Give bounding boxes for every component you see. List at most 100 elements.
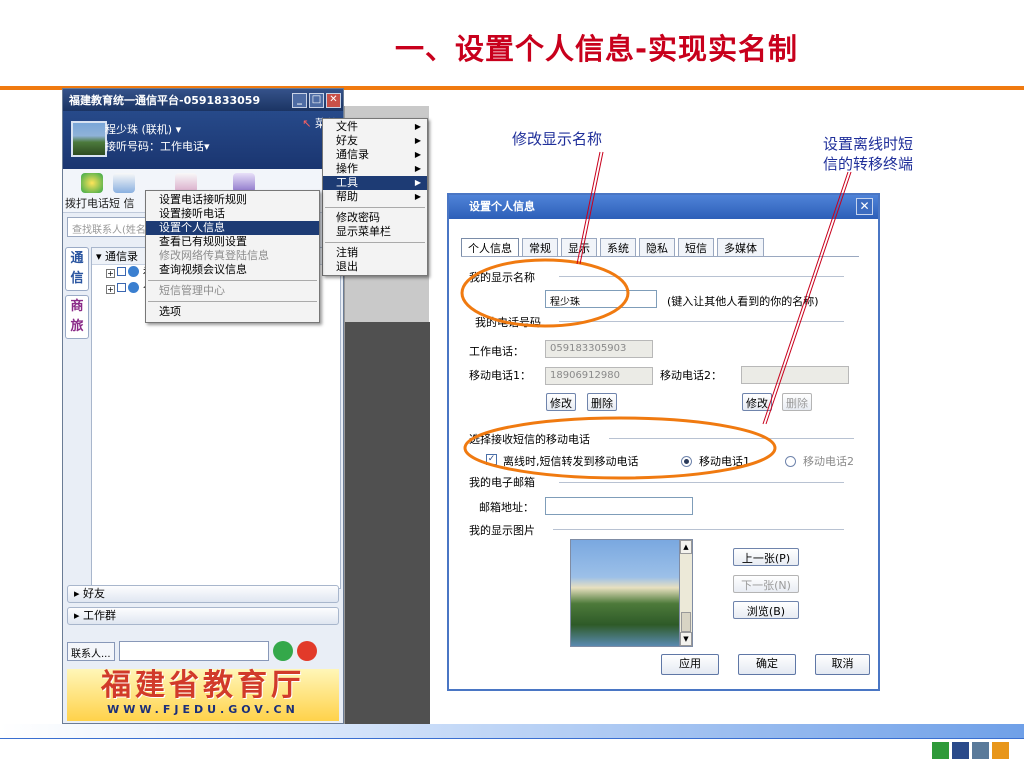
browse-picture-button[interactable]: 浏览(B) [733, 601, 799, 619]
menu-item-options[interactable]: 选项 [146, 305, 319, 319]
callout-display-name: 修改显示名称 [512, 130, 603, 148]
contact-picker-button[interactable]: 联系人... [67, 641, 115, 661]
edu-banner[interactable]: 福建省教育厅 WWW.FJEDU.GOV.CN [67, 669, 339, 721]
group-workgroup[interactable]: ▸ 工作群 [67, 607, 339, 625]
mobile2-radio-label[interactable]: 移动电话2 [803, 453, 854, 469]
checkbox-icon[interactable] [117, 283, 126, 292]
menu-item-help[interactable]: 帮助 ▶ [323, 190, 427, 204]
section-sms-phone: 选择接收短信的移动电话 [469, 433, 590, 446]
menu-item-file[interactable]: 文件 ▶ [323, 120, 427, 134]
corner-logo [932, 742, 1009, 759]
expand-icon[interactable]: + [106, 285, 115, 294]
delete-mobile2-button[interactable]: 删除 [782, 393, 812, 411]
mobile1-radio-label[interactable]: 移动电话1 [699, 453, 750, 469]
modify-mobile1-button[interactable]: 修改 [546, 393, 576, 411]
minimize-icon[interactable]: _ [292, 92, 307, 108]
phone-icon[interactable] [81, 173, 103, 193]
menu-item-answer-phone[interactable]: 设置接听电话 [146, 207, 319, 221]
menu-separator [325, 242, 425, 243]
menu-item-sms-center[interactable]: 短信管理中心 [146, 284, 319, 298]
menu-separator [148, 280, 317, 281]
picture-scrollbar[interactable]: ▲ ▼ [679, 539, 693, 647]
mobile2-field[interactable] [741, 366, 849, 384]
bottom-line [0, 738, 1024, 739]
section-display-name: 我的显示名称 [469, 271, 535, 284]
answer-number[interactable]: 接听号码：工作电话▾ [103, 138, 210, 154]
modify-mobile2-button[interactable]: 修改 [742, 393, 772, 411]
banner-main: 福建省教育厅 [101, 668, 305, 703]
menu-item-logout[interactable]: 注销 [323, 246, 427, 260]
menu-item-contacts[interactable]: 通信录 ▶ [323, 148, 427, 162]
submenu-arrow-icon: ▶ [414, 122, 421, 131]
mobile1-field[interactable]: 18906912980 [545, 367, 653, 385]
mobile2-radio[interactable] [785, 456, 796, 467]
background-dark-area [345, 322, 430, 724]
close-icon[interactable]: ✕ [856, 198, 873, 215]
tab-general[interactable]: 常规 [522, 238, 558, 256]
tab-personal-info[interactable]: 个人信息 [461, 238, 519, 256]
apply-button[interactable]: 应用 [661, 654, 719, 675]
email-label: 邮箱地址： [479, 501, 534, 514]
offline-forward-checkbox[interactable]: ✓ [486, 454, 497, 465]
logo-block-icon [992, 742, 1009, 759]
scroll-down-icon[interactable]: ▼ [680, 632, 692, 646]
call-label[interactable]: 拨打电话 [65, 195, 109, 211]
dial-input[interactable] [118, 641, 269, 661]
menu-item-label: 文件 [336, 120, 358, 133]
menu-item-label: 工具 [336, 176, 358, 189]
menu-item-show-menubar[interactable]: 显示菜单栏 [323, 225, 427, 239]
user-status[interactable]: 程少珠 (联机) ▾ [103, 121, 181, 137]
group-friends[interactable]: ▸ 好友 [67, 585, 339, 603]
menu-item-operations[interactable]: 操作 ▶ [323, 162, 427, 176]
banner-url: WWW.FJEDU.GOV.CN [107, 703, 299, 716]
menu-item-call-rules[interactable]: 设置电话接听规则 [146, 193, 319, 207]
ok-button[interactable]: 确定 [738, 654, 796, 675]
menu-item-exit[interactable]: 退出 [323, 260, 427, 274]
user-header: 程少珠 (联机) ▾ 接听号码：工作电话▾ ↖ 菜单 [63, 111, 343, 169]
tab-sms[interactable]: 短信 [678, 238, 714, 256]
next-picture-button[interactable]: 下一张(N) [733, 575, 799, 593]
menu-item-tools[interactable]: 工具 ▶ [323, 176, 427, 190]
tab-privacy[interactable]: 隐私 [639, 238, 675, 256]
avatar[interactable] [71, 121, 107, 157]
window-close-icon[interactable]: ✕ [326, 92, 341, 108]
side-tab-tongxin[interactable]: 通信 [65, 247, 89, 291]
section-picture: 我的显示图片 [469, 524, 535, 537]
im-client-window: 福建教育统一通信平台-0591833059 _ □ ✕ 程少珠 (联机) ▾ 接… [62, 88, 344, 724]
delete-mobile1-button[interactable]: 删除 [587, 393, 617, 411]
section-phone: 我的电话号码 [475, 316, 541, 329]
email-field[interactable] [545, 497, 693, 515]
main-menu: 文件 ▶ 好友 ▶ 通信录 ▶ 操作 ▶ 工具 ▶ 帮助 ▶ 修改密码 显示菜单栏 注销 退… [322, 118, 428, 276]
slide-title: 一、设置个人信息-实现实名制 [395, 32, 799, 66]
tab-multimedia[interactable]: 多媒体 [717, 238, 764, 256]
tools-submenu: 设置电话接听规则 设置接听电话 设置个人信息 查看已有规则设置 修改网络传真登陆… [145, 190, 320, 323]
scroll-thumb[interactable] [681, 612, 691, 632]
prev-picture-button[interactable]: 上一张(P) [733, 548, 799, 566]
tab-display[interactable]: 显示 [561, 238, 597, 256]
sms-icon[interactable] [113, 173, 135, 193]
menu-item-view-rules[interactable]: 查看已有规则设置 [146, 235, 319, 249]
mobile1-radio[interactable] [681, 456, 692, 467]
tab-system[interactable]: 系统 [600, 238, 636, 256]
call-icon[interactable] [272, 641, 293, 661]
menu-item-label: 好友 [336, 134, 358, 147]
submenu-arrow-icon: ▶ [414, 192, 421, 201]
work-phone-field[interactable]: 059183305903 [545, 340, 653, 358]
maximize-icon[interactable]: □ [309, 92, 324, 108]
hangup-icon[interactable] [296, 641, 317, 661]
expand-icon[interactable]: + [106, 269, 115, 278]
display-name-field[interactable]: 程少珠 [545, 290, 657, 308]
menu-item-fax-login[interactable]: 修改网络传真登陆信息 [146, 249, 319, 263]
sms-label[interactable]: 短 信 [109, 195, 135, 211]
status-icon [128, 266, 139, 277]
logo-block-icon [972, 742, 989, 759]
menu-item-personal-info[interactable]: 设置个人信息 [146, 221, 319, 235]
cancel-button[interactable]: 取消 [815, 654, 870, 675]
scroll-up-icon[interactable]: ▲ [680, 540, 692, 554]
side-tab-shanglv[interactable]: 商旅 [65, 295, 89, 339]
checkbox-icon[interactable] [117, 267, 126, 276]
menu-item-change-password[interactable]: 修改密码 [323, 211, 427, 225]
offline-forward-label[interactable]: 离线时,短信转发到移动电话 [503, 453, 639, 469]
menu-item-friends[interactable]: 好友 ▶ [323, 134, 427, 148]
menu-item-video-conference[interactable]: 查询视频会议信息 [146, 263, 319, 277]
